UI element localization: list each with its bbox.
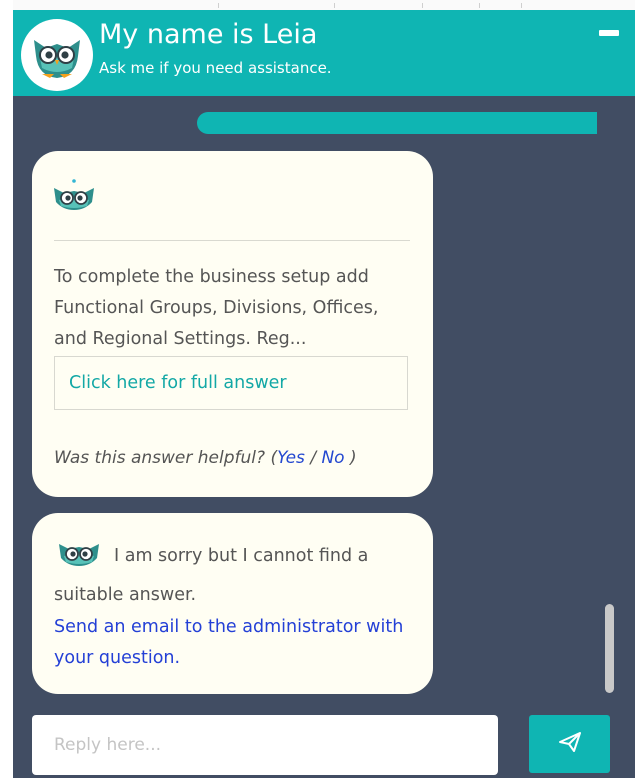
no-answer-text-line-2: suitable answer. bbox=[54, 585, 197, 605]
full-answer-link[interactable]: Click here for full answer bbox=[69, 371, 287, 395]
helpful-question: Was this answer helpful? ( bbox=[54, 448, 278, 468]
owl-mascot-icon bbox=[21, 19, 93, 91]
top-edge bbox=[13, 0, 635, 10]
chat-window: My name is Leia Ask me if you need assis… bbox=[13, 0, 635, 778]
speck bbox=[521, 3, 522, 8]
helpful-prompt: Was this answer helpful? (Yes / No ) bbox=[54, 444, 357, 472]
bot-subtitle: Ask me if you need assistance. bbox=[99, 59, 332, 77]
speck bbox=[479, 3, 480, 8]
yes-no-separator: / bbox=[304, 448, 322, 468]
helpful-closing: ) bbox=[344, 448, 357, 468]
owl-mascot-icon bbox=[52, 178, 96, 214]
bot-name-title: My name is Leia bbox=[99, 19, 318, 50]
no-link[interactable]: No bbox=[321, 448, 344, 468]
speck bbox=[334, 3, 335, 8]
answer-text: To complete the business setup add Funct… bbox=[54, 267, 379, 349]
owl-mascot-icon bbox=[57, 540, 101, 568]
bot-message: To complete the business setup add Funct… bbox=[32, 151, 433, 497]
message-divider bbox=[54, 240, 410, 241]
reply-input[interactable] bbox=[32, 715, 498, 775]
bot-message: I am sorry but I cannot find a suitable … bbox=[32, 513, 433, 694]
speck bbox=[218, 3, 219, 8]
yes-link[interactable]: Yes bbox=[277, 448, 305, 468]
send-button[interactable] bbox=[529, 715, 610, 773]
scrollbar-thumb[interactable] bbox=[605, 604, 614, 693]
full-answer-box[interactable]: Click here for full answer bbox=[54, 356, 408, 410]
no-answer-text-line-1: I am sorry but I cannot find a bbox=[114, 546, 369, 566]
user-message-bubble bbox=[197, 112, 597, 134]
chat-header: My name is Leia Ask me if you need assis… bbox=[13, 10, 635, 96]
speck bbox=[422, 3, 423, 8]
email-administrator-link[interactable]: Send an email to the administrator with … bbox=[54, 612, 414, 674]
send-icon bbox=[558, 730, 582, 758]
minimize-icon[interactable] bbox=[599, 30, 619, 36]
